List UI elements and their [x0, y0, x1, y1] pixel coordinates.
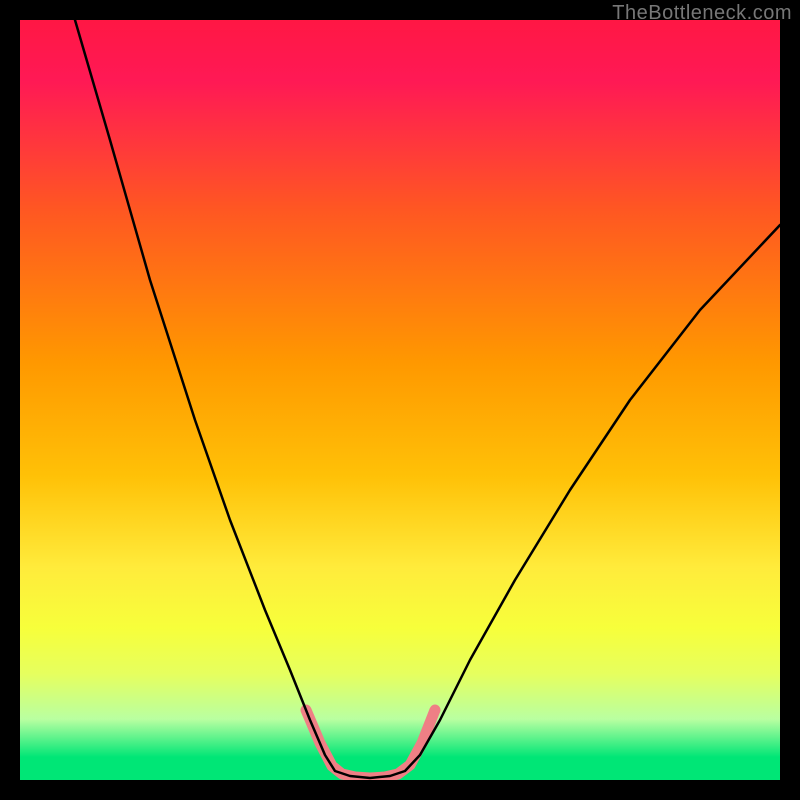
chart-container: TheBottleneck.com — [0, 0, 800, 800]
curve-svg — [20, 20, 780, 780]
plot-area — [20, 20, 780, 780]
highlight-segment — [306, 710, 435, 778]
v-curve — [75, 20, 780, 778]
